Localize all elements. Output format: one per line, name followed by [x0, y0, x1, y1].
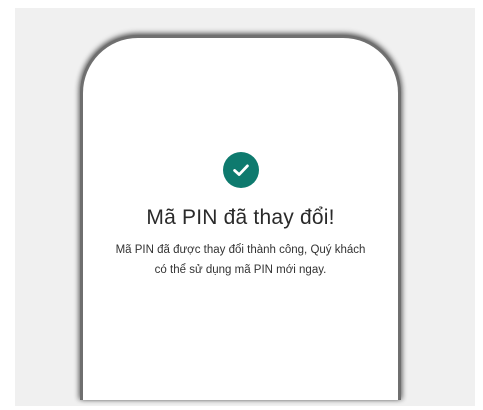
dialog-message-line2: có thể sử dụng mã PIN mới ngay. [154, 264, 327, 276]
checkmark-icon [232, 164, 249, 176]
dialog-message: Mã PIN đã được thay đổi thành công, Quý … [95, 240, 386, 280]
check-circle-icon [222, 152, 259, 188]
dialog-message-line1: Mã PIN đã được thay đổi thành công, Quý … [115, 244, 366, 256]
dialog-title: Mã PIN đã thay đổi! [146, 206, 335, 229]
success-dialog: Mã PIN đã thay đổi! Mã PIN đã được thay … [80, 35, 401, 400]
